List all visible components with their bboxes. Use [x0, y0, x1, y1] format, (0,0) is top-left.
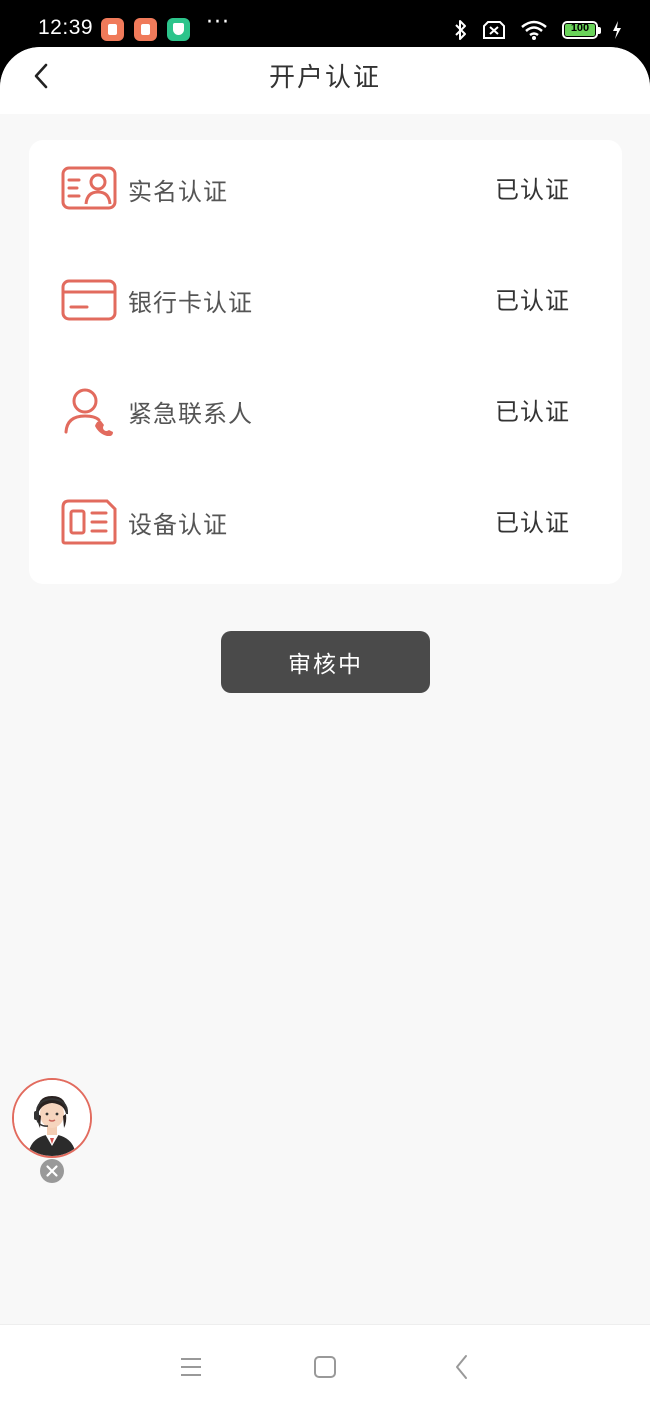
- wifi-icon: [521, 20, 547, 40]
- verification-status: 已认证: [495, 398, 570, 426]
- verification-status: 已认证: [495, 287, 570, 315]
- app-screen: 开户认证 实名认证 已认证 银行卡认证 已认证 紧急联系人 已认证 设备认证 已…: [0, 47, 650, 1410]
- verification-item-real-name[interactable]: 实名认证 已认证: [29, 149, 622, 229]
- more-notifications-icon: ···: [206, 10, 230, 35]
- menu-icon[interactable]: [176, 1352, 206, 1382]
- emergency-contact-icon: [64, 388, 113, 436]
- security-shield-icon: [167, 18, 190, 41]
- page-title: 开户认证: [268, 63, 381, 93]
- verification-item-label: 实名认证: [128, 178, 228, 206]
- verification-item-label: 设备认证: [128, 511, 228, 539]
- device-icon: [61, 499, 117, 545]
- charging-icon: [613, 21, 621, 39]
- verification-item-emergency-contact[interactable]: 紧急联系人 已认证: [29, 371, 622, 451]
- close-avatar-button[interactable]: [40, 1159, 64, 1183]
- verification-item-device[interactable]: 设备认证 已认证: [29, 482, 622, 562]
- app-notification-icon: [134, 18, 157, 41]
- under-review-button[interactable]: 审核中: [221, 631, 430, 693]
- customer-service-avatar[interactable]: [12, 1078, 92, 1158]
- verification-item-bank-card[interactable]: 银行卡认证 已认证: [29, 260, 622, 340]
- app-notification-icon: [101, 18, 124, 41]
- id-card-icon: [61, 166, 117, 210]
- header: 开户认证: [0, 47, 650, 114]
- verification-item-label: 银行卡认证: [128, 289, 253, 317]
- verification-item-label: 紧急联系人: [128, 400, 253, 428]
- verification-status: 已认证: [495, 176, 570, 204]
- home-icon[interactable]: [310, 1352, 340, 1382]
- verification-status: 已认证: [495, 509, 570, 537]
- close-icon: [46, 1165, 58, 1177]
- no-sim-icon: [483, 21, 505, 39]
- bluetooth-icon: [455, 20, 466, 40]
- battery-icon: 100: [562, 21, 601, 39]
- bank-card-icon: [61, 279, 117, 321]
- nav-back-icon[interactable]: [447, 1352, 477, 1382]
- battery-level: 100: [570, 22, 590, 34]
- customer-service-agent-icon: [14, 1080, 90, 1156]
- status-time: 12:39: [38, 16, 94, 39]
- system-nav-bar: [0, 1324, 650, 1410]
- status-right-icons: 100: [454, 18, 622, 42]
- verification-card: 实名认证 已认证 银行卡认证 已认证 紧急联系人 已认证 设备认证 已认证: [29, 140, 622, 584]
